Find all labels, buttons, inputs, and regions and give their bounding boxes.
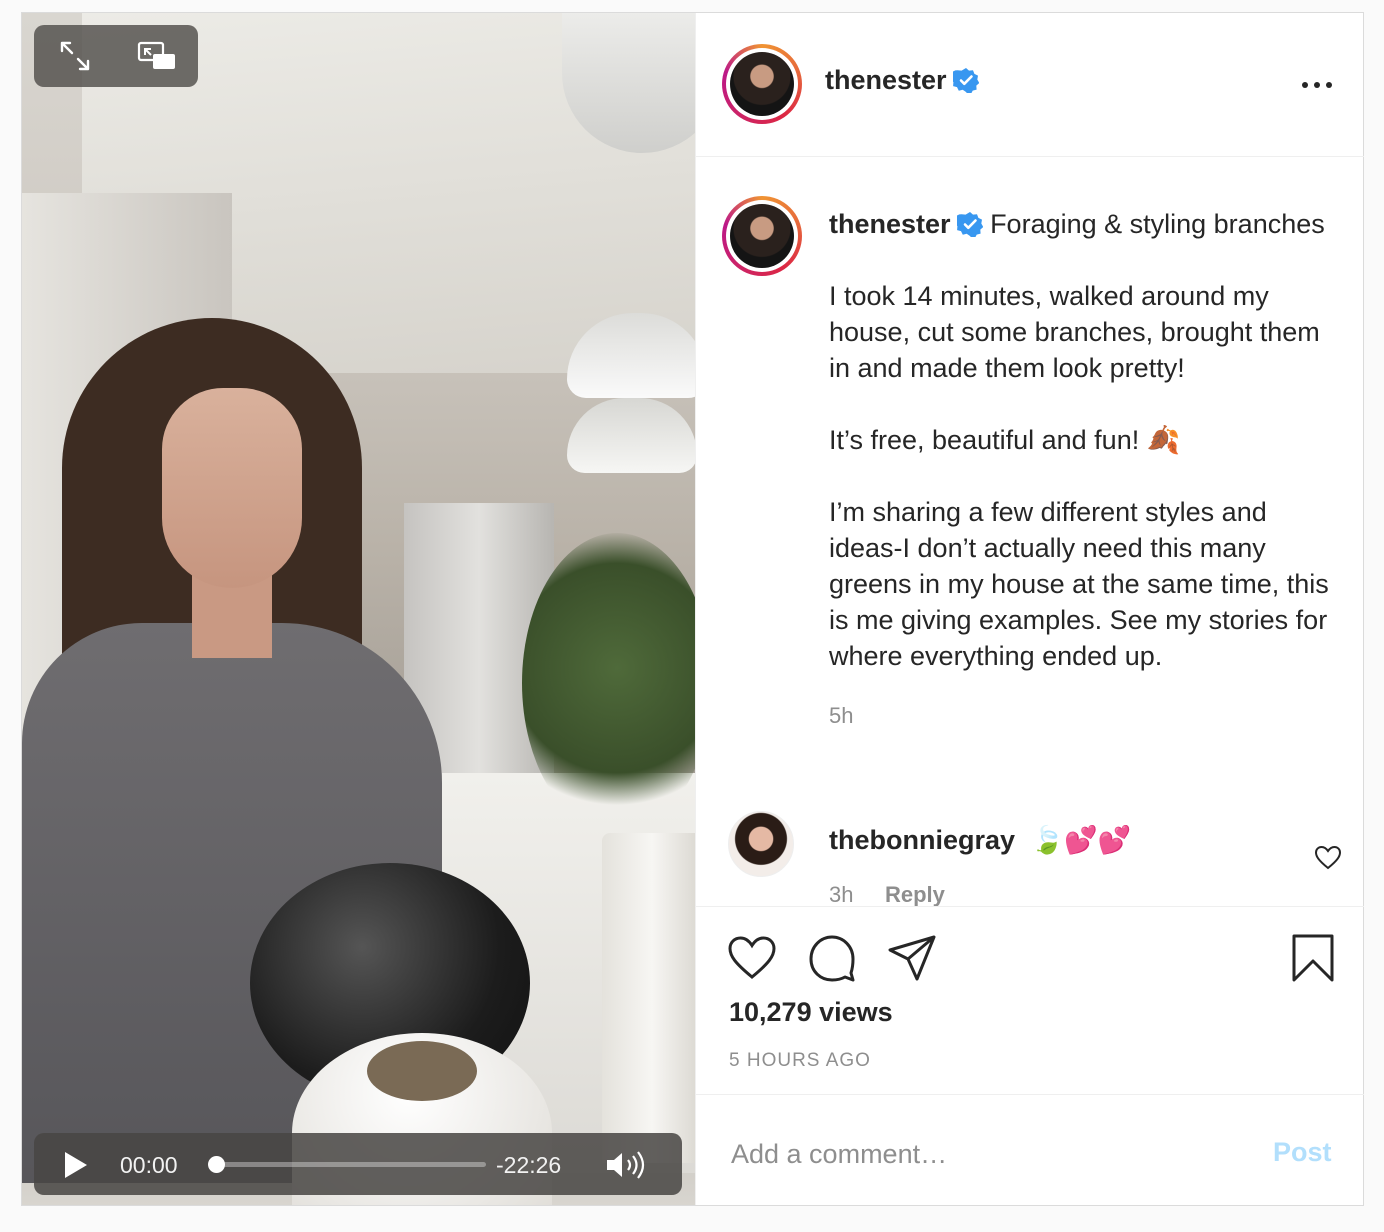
video-top-controls bbox=[34, 25, 198, 87]
caption-username[interactable]: thenester bbox=[829, 209, 951, 239]
caption-time[interactable]: 5h bbox=[829, 703, 853, 728]
comment-icon[interactable] bbox=[807, 933, 857, 983]
video-control-bar: 00:00 -22:26 bbox=[34, 1133, 682, 1195]
post-actions: 10,279 views 5 HOURS AGO bbox=[696, 906, 1364, 1094]
post-comment-button[interactable]: Post bbox=[1273, 1137, 1332, 1168]
caption-title: Foraging & styling branches bbox=[990, 209, 1325, 239]
comment-text: 🍃💕💕 bbox=[1030, 825, 1132, 855]
post-details-panel: thenester thenester Foraging & styling b… bbox=[695, 13, 1364, 1205]
remaining-time: -22:26 bbox=[496, 1152, 562, 1178]
more-horizontal-icon[interactable] bbox=[1300, 76, 1334, 94]
play-icon[interactable] bbox=[60, 1150, 90, 1180]
progress-bar[interactable] bbox=[208, 1156, 486, 1173]
comment-item: thebonniegray 🍃💕💕 3h Reply bbox=[829, 824, 1131, 906]
reply-button[interactable]: Reply bbox=[885, 882, 945, 906]
post-header: thenester bbox=[696, 13, 1364, 157]
current-time: 00:00 bbox=[120, 1152, 178, 1178]
avatar-image bbox=[730, 52, 794, 116]
verified-badge-icon bbox=[952, 68, 979, 93]
add-comment-bar: Post bbox=[696, 1094, 1364, 1208]
comment-heart-icon[interactable] bbox=[1314, 844, 1342, 872]
view-count[interactable]: 10,279 views bbox=[729, 997, 893, 1028]
post-timestamp[interactable]: 5 HOURS AGO bbox=[729, 1050, 871, 1072]
comment-input[interactable] bbox=[729, 1131, 1253, 1177]
verified-badge-icon bbox=[956, 212, 983, 237]
bookmark-icon[interactable] bbox=[1288, 933, 1338, 983]
share-icon[interactable] bbox=[887, 933, 937, 983]
video-frame bbox=[22, 13, 695, 1205]
progress-scrubber[interactable] bbox=[208, 1156, 225, 1173]
commenter-avatar[interactable] bbox=[728, 811, 794, 877]
volume-icon[interactable] bbox=[604, 1149, 650, 1181]
caption-author-avatar[interactable] bbox=[722, 196, 802, 276]
post-card: 00:00 -22:26 thenester thenester Foragin… bbox=[21, 12, 1364, 1206]
picture-in-picture-icon[interactable] bbox=[137, 36, 177, 76]
heart-icon[interactable] bbox=[727, 933, 777, 983]
commenter-username[interactable]: thebonniegray bbox=[829, 825, 1015, 855]
comment-time[interactable]: 3h bbox=[829, 882, 853, 906]
author-avatar[interactable] bbox=[722, 44, 802, 124]
caption-paragraph: I took 14 minutes, walked around my hous… bbox=[829, 281, 1320, 383]
post-caption: thenester Foraging & styling branches I … bbox=[829, 206, 1339, 734]
expand-icon[interactable] bbox=[55, 36, 95, 76]
video-player[interactable]: 00:00 -22:26 bbox=[22, 13, 695, 1205]
avatar-image bbox=[730, 204, 794, 268]
author-username[interactable]: thenester bbox=[825, 65, 947, 95]
caption-paragraph: It’s free, beautiful and fun! 🍂 bbox=[829, 425, 1181, 455]
caption-paragraph: I’m sharing a few different styles and i… bbox=[829, 497, 1329, 671]
comments-section[interactable]: thenester Foraging & styling branches I … bbox=[696, 156, 1364, 906]
